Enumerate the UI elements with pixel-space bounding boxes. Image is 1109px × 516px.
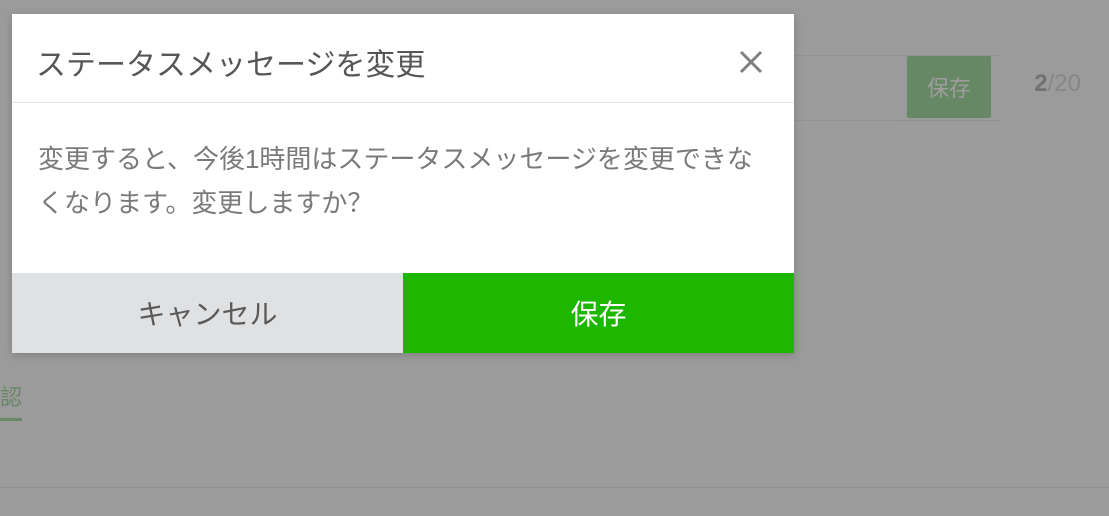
dialog-message: 変更すると、今後1時間はステータスメッセージを変更できなくなります。変更しますか…: [12, 103, 794, 273]
dialog-actions: キャンセル 保存: [12, 273, 794, 353]
save-button[interactable]: 保存: [403, 273, 794, 353]
dialog-title: ステータスメッセージを変更: [36, 40, 425, 84]
save-button-label: 保存: [570, 299, 626, 330]
dialog-header: ステータスメッセージを変更: [12, 14, 794, 103]
close-icon: [738, 49, 764, 75]
confirm-dialog: ステータスメッセージを変更 変更すると、今後1時間はステータスメッセージを変更で…: [12, 14, 794, 353]
cancel-button-label: キャンセル: [137, 299, 277, 330]
close-button[interactable]: [732, 43, 770, 81]
cancel-button[interactable]: キャンセル: [12, 273, 403, 353]
